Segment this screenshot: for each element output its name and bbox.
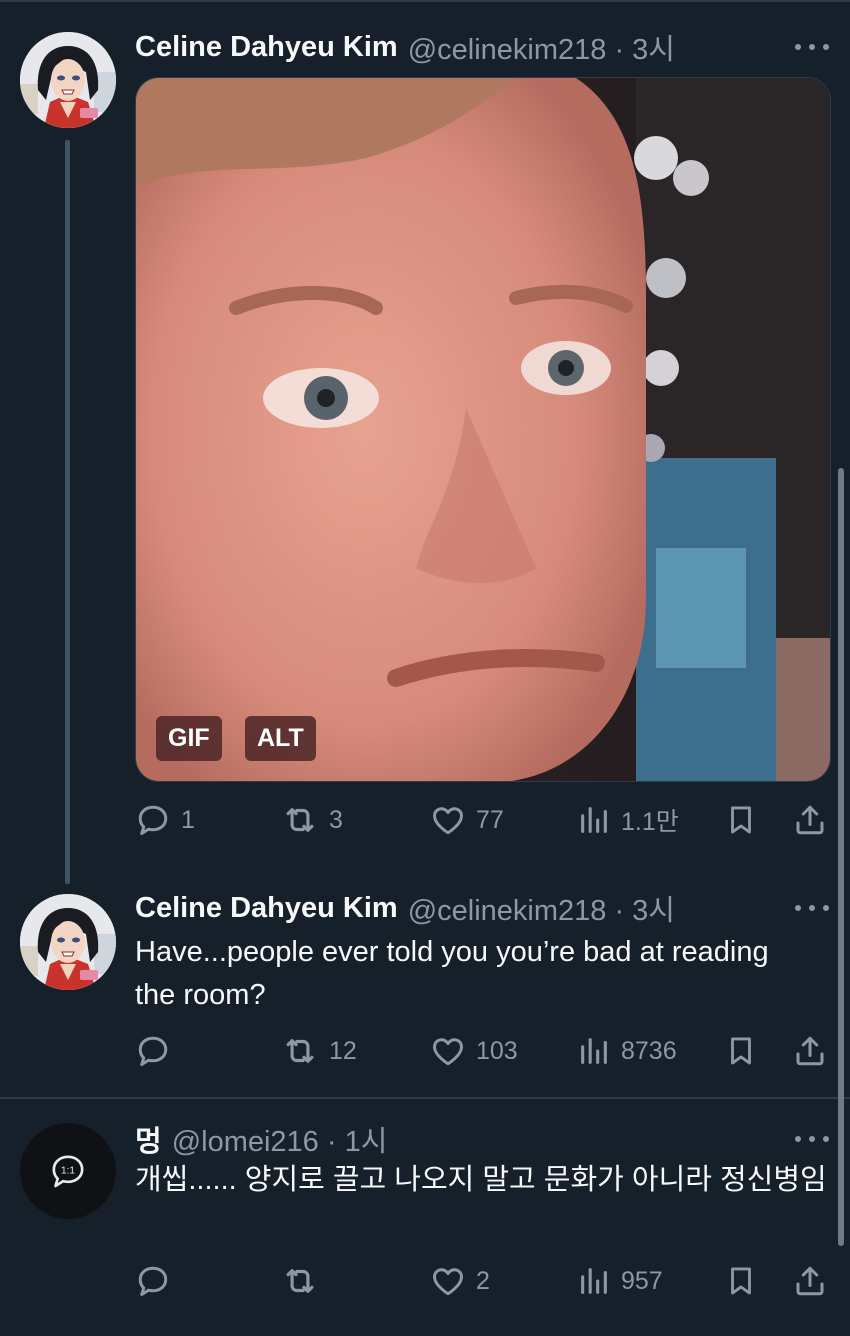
retweet-icon: [281, 1262, 319, 1300]
gif-media[interactable]: [135, 77, 831, 782]
like-button[interactable]: 103: [430, 1029, 518, 1073]
bookmark-icon: [724, 802, 758, 838]
bookmark-button[interactable]: [724, 1029, 758, 1073]
alt-badge[interactable]: ALT: [245, 716, 316, 761]
tweet-2[interactable]: Celine Dahyeu Kim @celinekim218 · 3시 Hav…: [0, 870, 850, 1098]
reply-icon: [135, 1033, 171, 1069]
retweet-icon: [281, 1032, 319, 1070]
share-button[interactable]: [792, 1029, 828, 1073]
reply-button[interactable]: 1: [135, 798, 195, 842]
retweet-button[interactable]: 3: [281, 798, 343, 842]
share-icon: [792, 1033, 828, 1069]
tweet-text: 개씹...... 양지로 끌고 나오지 말고 문화가 아니라 정신병임: [135, 1164, 827, 1196]
chat-bubble-avatar-icon: 1:1: [52, 1155, 84, 1188]
bookmark-button[interactable]: [724, 798, 758, 842]
views-chart-icon: [577, 803, 611, 837]
tweet-actions: 1 3 77 1.1만: [0, 798, 850, 842]
more-options-icon[interactable]: [795, 1133, 829, 1145]
views-button[interactable]: 957: [577, 1259, 663, 1303]
avatar[interactable]: 1:1: [20, 1123, 116, 1219]
share-icon: [792, 802, 828, 838]
avatar[interactable]: [20, 32, 116, 128]
handle-and-time[interactable]: @celinekim218 · 3시: [408, 887, 675, 929]
share-button[interactable]: [792, 798, 828, 842]
tweet-actions: 2 957: [0, 1259, 850, 1303]
bookmark-button[interactable]: [724, 1259, 758, 1303]
display-name[interactable]: Celine Dahyeu Kim: [135, 892, 398, 925]
display-name[interactable]: 멍: [135, 1118, 162, 1160]
avatar-badge-text: 1:1: [61, 1165, 75, 1176]
tweet-1[interactable]: Celine Dahyeu Kim @celinekim218 · 3시 GIF…: [0, 0, 850, 884]
more-options-icon[interactable]: [795, 41, 829, 53]
like-button[interactable]: 77: [430, 798, 504, 842]
gif-badge: GIF: [156, 716, 222, 761]
views-button[interactable]: 1.1만: [577, 798, 679, 842]
views-count: 957: [621, 1266, 663, 1295]
like-button[interactable]: 2: [430, 1259, 490, 1303]
bookmark-icon: [724, 1263, 758, 1299]
views-button[interactable]: 8736: [577, 1029, 677, 1073]
bookmark-icon: [724, 1033, 758, 1069]
more-options-icon[interactable]: [795, 902, 829, 914]
reply-icon: [135, 802, 171, 838]
heart-icon: [430, 1033, 466, 1069]
thread-connector-line: [65, 140, 70, 884]
reply-button[interactable]: [135, 1259, 181, 1303]
views-count: 8736: [621, 1036, 677, 1065]
tweet-header: Celine Dahyeu Kim @celinekim218 · 3시: [135, 888, 675, 928]
tweet-3[interactable]: 1:1 멍 @lomei216 · 1시 개씹...... 양지로 끌고 나오지…: [0, 1099, 850, 1336]
reply-button[interactable]: [135, 1029, 181, 1073]
retweet-button[interactable]: [281, 1259, 329, 1303]
tweet-header: Celine Dahyeu Kim @celinekim218 · 3시: [135, 27, 675, 67]
like-count: 77: [476, 805, 504, 834]
scrollbar-thumb[interactable]: [838, 468, 844, 1246]
avatar-image: [20, 32, 116, 128]
share-icon: [792, 1263, 828, 1299]
like-count: 103: [476, 1036, 518, 1065]
reply-count: 1: [181, 805, 195, 834]
retweet-count: 3: [329, 805, 343, 834]
handle-and-time[interactable]: @lomei216 · 1시: [172, 1118, 388, 1160]
share-button[interactable]: [792, 1259, 828, 1303]
avatar-image: [20, 894, 116, 990]
heart-icon: [430, 802, 466, 838]
retweet-button[interactable]: 12: [281, 1029, 357, 1073]
retweet-count: 12: [329, 1036, 357, 1065]
views-count: 1.1만: [621, 808, 679, 836]
tweet-actions: 12 103 8736: [0, 1029, 850, 1073]
handle-and-time[interactable]: @celinekim218 · 3시: [408, 26, 675, 68]
tweet-text: Have...people ever told you you’re bad a…: [135, 936, 769, 1011]
retweet-icon: [281, 801, 319, 839]
display-name[interactable]: Celine Dahyeu Kim: [135, 31, 398, 64]
heart-icon: [430, 1263, 466, 1299]
gif-still-image: [136, 78, 830, 781]
tweet-header: 멍 @lomei216 · 1시: [135, 1119, 387, 1159]
views-chart-icon: [577, 1264, 611, 1298]
avatar[interactable]: [20, 894, 116, 990]
reply-icon: [135, 1263, 171, 1299]
views-chart-icon: [577, 1034, 611, 1068]
like-count: 2: [476, 1266, 490, 1295]
